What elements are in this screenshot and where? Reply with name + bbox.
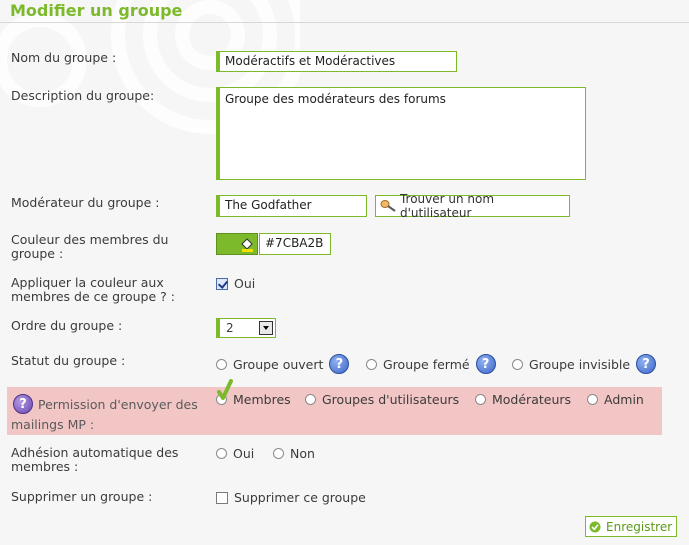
- mp-members-label: Membres: [233, 392, 291, 407]
- group-name-input[interactable]: Modéractifs et Modéractives: [216, 51, 457, 72]
- status-label: Statut du groupe :: [11, 353, 126, 368]
- color-hex-input[interactable]: #7CBA2B: [259, 233, 331, 255]
- help-icon[interactable]: ?: [329, 354, 350, 374]
- color-label: Couleur des membres du groupe :: [11, 232, 169, 261]
- paint-bucket-icon: [241, 238, 253, 252]
- help-icon[interactable]: ?: [475, 354, 496, 374]
- order-value: 2: [226, 321, 234, 335]
- checkmark-icon: [217, 379, 233, 400]
- mp-admin-radio[interactable]: [587, 394, 598, 405]
- delete-group-option-label: Supprimer ce groupe: [234, 490, 366, 505]
- auto-join-no-radio[interactable]: [273, 448, 284, 459]
- mp-moderators-label: Modérateurs: [492, 392, 572, 407]
- mp-option-moderators[interactable]: Modérateurs: [475, 392, 571, 407]
- auto-join-no-label: Non: [290, 446, 315, 461]
- mp-permission-label-text: Permission d'envoyer des mailings MP :: [11, 397, 198, 432]
- moderator-label: Modérateur du groupe :: [11, 195, 160, 210]
- apply-color-option-label: Oui: [234, 276, 256, 291]
- mp-user-groups-label: Groupes d'utilisateurs: [322, 392, 460, 407]
- delete-group-option[interactable]: Supprimer ce groupe: [216, 490, 366, 505]
- auto-join-yes-label: Oui: [233, 446, 255, 461]
- order-label: Ordre du groupe :: [11, 318, 123, 333]
- status-option-open[interactable]: Groupe ouvert ?: [216, 354, 350, 374]
- mp-option-admin[interactable]: Admin: [587, 392, 644, 407]
- status-open-label: Groupe ouvert: [233, 356, 324, 372]
- mp-admin-label: Admin: [604, 392, 644, 407]
- user-search-icon: [380, 200, 396, 212]
- find-username-label: Trouver un nom d'utilisateur: [399, 192, 495, 220]
- delete-group-label: Supprimer un groupe :: [11, 489, 153, 504]
- apply-color-label: Appliquer la couleur aux membres de ce g…: [11, 275, 175, 304]
- checkmark-circle-icon: [589, 521, 601, 532]
- status-invisible-radio[interactable]: [512, 358, 523, 370]
- mp-option-user-groups[interactable]: Groupes d'utilisateurs: [305, 392, 459, 407]
- status-option-invisible[interactable]: Groupe invisible ?: [512, 354, 657, 374]
- order-select[interactable]: 2: [216, 318, 276, 338]
- page-title: Modifier un groupe: [10, 1, 183, 20]
- mp-moderators-radio[interactable]: [475, 394, 486, 405]
- color-picker-swatch[interactable]: [216, 233, 258, 255]
- apply-color-checkbox[interactable]: [216, 277, 228, 290]
- moderator-input[interactable]: The Godfather: [216, 195, 367, 217]
- auto-join-option-yes[interactable]: Oui: [216, 446, 254, 461]
- status-option-closed[interactable]: Groupe fermé ?: [366, 354, 496, 374]
- description-label: Description du groupe:: [11, 88, 155, 103]
- mp-user-groups-radio[interactable]: [305, 394, 316, 405]
- save-button-label: Enregistrer: [606, 519, 673, 534]
- auto-join-option-no[interactable]: Non: [273, 446, 315, 461]
- auto-join-yes-radio[interactable]: [216, 448, 227, 459]
- group-name-label: Nom du groupe :: [11, 50, 117, 65]
- help-icon[interactable]: ?: [636, 354, 657, 374]
- save-button[interactable]: Enregistrer: [585, 516, 677, 537]
- description-textarea[interactable]: Groupe des modérateurs des forums: [216, 87, 586, 180]
- find-username-button[interactable]: Trouver un nom d'utilisateur: [375, 192, 570, 220]
- title-divider: [0, 22, 689, 23]
- status-invisible-label: Groupe invisible: [529, 356, 631, 372]
- status-closed-radio[interactable]: [366, 358, 377, 370]
- chevron-down-icon[interactable]: [259, 321, 273, 335]
- status-closed-label: Groupe fermé: [383, 356, 470, 372]
- status-open-radio[interactable]: [216, 358, 227, 370]
- delete-group-checkbox[interactable]: [216, 491, 228, 504]
- apply-color-option[interactable]: Oui: [216, 276, 255, 291]
- auto-join-label: Adhésion automatique des membres :: [11, 445, 179, 474]
